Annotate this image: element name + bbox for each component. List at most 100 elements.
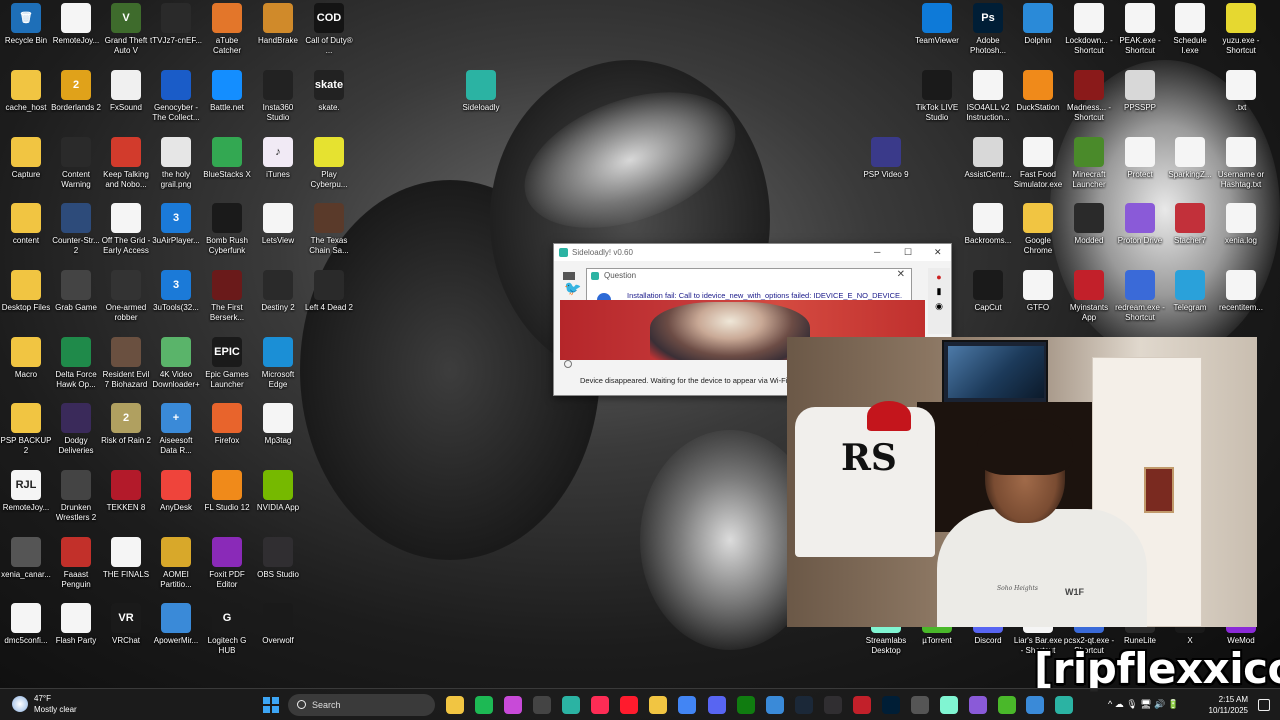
desktop-icon[interactable]: AOMEI Partitio... — [150, 537, 202, 590]
minimize-icon[interactable]: ─ — [874, 247, 880, 257]
file-explorer-taskbar-icon[interactable] — [446, 696, 464, 714]
desktop-icon[interactable]: AnyDesk — [150, 470, 202, 513]
close-icon[interactable]: ✕ — [934, 247, 942, 258]
desktop-icon[interactable]: Foxit PDF Editor — [201, 537, 253, 590]
desktop-icon[interactable]: yuzu.exe - Shortcut — [1215, 3, 1267, 56]
desktop-icon[interactable]: RJL RemoteJoy... — [0, 470, 52, 513]
desktop-icon[interactable]: Insta360 Studio — [252, 70, 304, 123]
taskbar-clock[interactable]: 2:15 AM 10/11/2025 — [1206, 694, 1248, 716]
desktop-icon[interactable]: ♪ iTunes — [252, 137, 304, 180]
desktop-icon[interactable]: Lockdown... - Shortcut — [1063, 3, 1115, 56]
desktop-icon[interactable]: Madness... - Shortcut — [1063, 70, 1115, 123]
overwolf-taskbar-icon[interactable] — [911, 696, 929, 714]
desktop-icon[interactable]: LetsView — [252, 203, 304, 246]
desktop-icon[interactable]: EPIC Epic Games Launcher — [201, 337, 253, 390]
desktop-icon[interactable]: Minecraft Launcher — [1063, 137, 1115, 190]
desktop-icon[interactable]: COD Call of Duty® ... — [303, 3, 355, 56]
desktop-icon[interactable]: The Texas Chain Sa... — [303, 203, 355, 256]
desktop-icon[interactable]: PSP Video 9 — [860, 137, 912, 180]
desktop-icon[interactable]: Drunken Wrestlers 2 — [50, 470, 102, 523]
desktop-icon[interactable]: Telegram — [1164, 270, 1216, 313]
desktop-icon[interactable]: DuckStation — [1012, 70, 1064, 113]
desktop-icon[interactable]: FL Studio 12 — [201, 470, 253, 513]
system-tray[interactable]: ^ ☁ 🎙 🖥 🔊 🔋 — [1108, 699, 1179, 710]
desktop-icon[interactable]: Username or Hashtag.txt — [1215, 137, 1267, 190]
desktop-icon[interactable]: Protect — [1114, 137, 1166, 180]
desktop-icon[interactable]: THE FINALS — [100, 537, 152, 580]
desktop-icon[interactable]: PPSSPP — [1114, 70, 1166, 113]
weather-widget[interactable]: 47°F Mostly clear — [12, 693, 77, 715]
desktop-icon[interactable]: Counter-Str... 2 — [50, 203, 102, 256]
spotify-taskbar-icon[interactable] — [475, 696, 493, 714]
desktop-icon[interactable]: recentitem... — [1215, 270, 1267, 313]
eye-off-icon[interactable]: ◉ — [928, 301, 950, 312]
desktop-icon[interactable]: content — [0, 203, 52, 246]
opera-taskbar-icon[interactable] — [620, 696, 638, 714]
desktop-icon[interactable]: the holy grail.png — [150, 137, 202, 190]
start-button[interactable] — [263, 697, 279, 713]
desktop-icon[interactable]: Modded — [1063, 203, 1115, 246]
desktop-icon[interactable]: xenia.log — [1215, 203, 1267, 246]
desktop-icon[interactable]: Schedule I.exe — [1164, 3, 1216, 56]
desktop-icon[interactable]: Ps Adobe Photosh... — [962, 3, 1014, 56]
desktop-icon[interactable]: HandBrake — [252, 3, 304, 46]
desktop-icon[interactable]: Backrooms... — [962, 203, 1014, 246]
desktop-icon[interactable]: SparkingZ... — [1164, 137, 1216, 180]
desktop-icon[interactable]: 2 Risk of Rain 2 — [100, 403, 152, 446]
close-icon[interactable]: ✕ — [897, 269, 905, 280]
record-taskbar-icon[interactable] — [853, 696, 871, 714]
discord-taskbar-icon[interactable] — [708, 696, 726, 714]
streamlabs-taskbar-icon[interactable] — [940, 696, 958, 714]
chrome-taskbar-icon[interactable] — [678, 696, 696, 714]
teams-taskbar-icon[interactable] — [766, 696, 784, 714]
desktop-icon[interactable]: Mp3tag — [252, 403, 304, 446]
desktop-icon[interactable]: Microsoft Edge — [252, 337, 304, 390]
desktop-icon[interactable]: Faaast Penguin — [50, 537, 102, 590]
desktop-icon[interactable]: Off The Grid - Early Access — [100, 203, 152, 256]
desktop-icon[interactable]: Play Cyberpu... — [303, 137, 355, 190]
photoshop-taskbar-icon[interactable] — [882, 696, 900, 714]
sideloadly-titlebar[interactable]: Sideloadly! v0.60 ─ ☐ ✕ — [554, 244, 951, 261]
desktop-icon[interactable]: AssistCentr... — [962, 137, 1014, 180]
desktop-icon[interactable]: BlueStacks X — [201, 137, 253, 180]
question-dialog-titlebar[interactable]: Question ✕ — [587, 269, 911, 283]
desktop-icon[interactable]: Stacher7 — [1164, 203, 1216, 246]
copilot-taskbar-icon[interactable] — [504, 696, 522, 714]
desktop-icon[interactable]: PSP BACKUP 2 — [0, 403, 52, 456]
desktop-icon[interactable]: FxSound — [100, 70, 152, 113]
maximize-icon[interactable]: ☐ — [904, 247, 912, 258]
taskbar-search[interactable]: Search — [288, 694, 435, 716]
folder-icon[interactable]: ▮ — [928, 286, 950, 297]
desktop-icon[interactable]: One-armed robber — [100, 270, 152, 323]
desktop-icon[interactable]: Destiny 2 — [252, 270, 304, 313]
desktop-icon[interactable]: ApowerMir... — [150, 603, 202, 646]
desktop-icon[interactable]: 2 Borderlands 2 — [50, 70, 102, 113]
desktop-icon[interactable]: Google Chrome — [1012, 203, 1064, 256]
desktop-icon[interactable]: skate skate. — [303, 70, 355, 113]
desktop-icon[interactable]: cache_host — [0, 70, 52, 113]
desktop-icon[interactable]: Dodgy Deliveries — [50, 403, 102, 456]
sideloadly2-taskbar-icon[interactable] — [1055, 696, 1073, 714]
desktop-icon[interactable]: TEKKEN 8 — [100, 470, 152, 513]
desktop-icon[interactable]: + Aiseesoft Data R... — [150, 403, 202, 456]
desktop-icon[interactable]: Left 4 Dead 2 — [303, 270, 355, 313]
desktop-icon[interactable]: dmc5confi... — [0, 603, 52, 646]
desktop-icon[interactable]: Fast Food Simulator.exe — [1012, 137, 1064, 190]
desktop-icon[interactable]: aTube Catcher — [201, 3, 253, 56]
notification-icon[interactable] — [1258, 699, 1270, 711]
desktop-icon[interactable]: Flash Party — [50, 603, 102, 646]
sideloadly-taskbar-icon[interactable] — [562, 696, 580, 714]
record-icon[interactable]: ● — [928, 272, 950, 282]
desktop-icon[interactable]: Bomb Rush Cyberfunk — [201, 203, 253, 256]
desktop-icon[interactable]: VR VRChat — [100, 603, 152, 646]
desktop-icon[interactable]: xenia_canar... — [0, 537, 52, 580]
desktop-icon[interactable]: redream.exe - Shortcut — [1114, 270, 1166, 323]
desktop-icon[interactable]: Firefox — [201, 403, 253, 446]
desktop-icon[interactable]: Resident Evil 7 Biohazard — [100, 337, 152, 390]
desktop-icon[interactable]: TikTok LIVE Studio — [911, 70, 963, 123]
desktop-icon[interactable]: Sideloadly — [455, 70, 507, 113]
desktop-icon[interactable]: RemoteJoy... — [50, 3, 102, 46]
desktop-icon[interactable]: Capture — [0, 137, 52, 180]
desktop-icon[interactable]: GTFO — [1012, 270, 1064, 313]
desktop-icon[interactable]: 4K Video Downloader+ — [150, 337, 202, 390]
